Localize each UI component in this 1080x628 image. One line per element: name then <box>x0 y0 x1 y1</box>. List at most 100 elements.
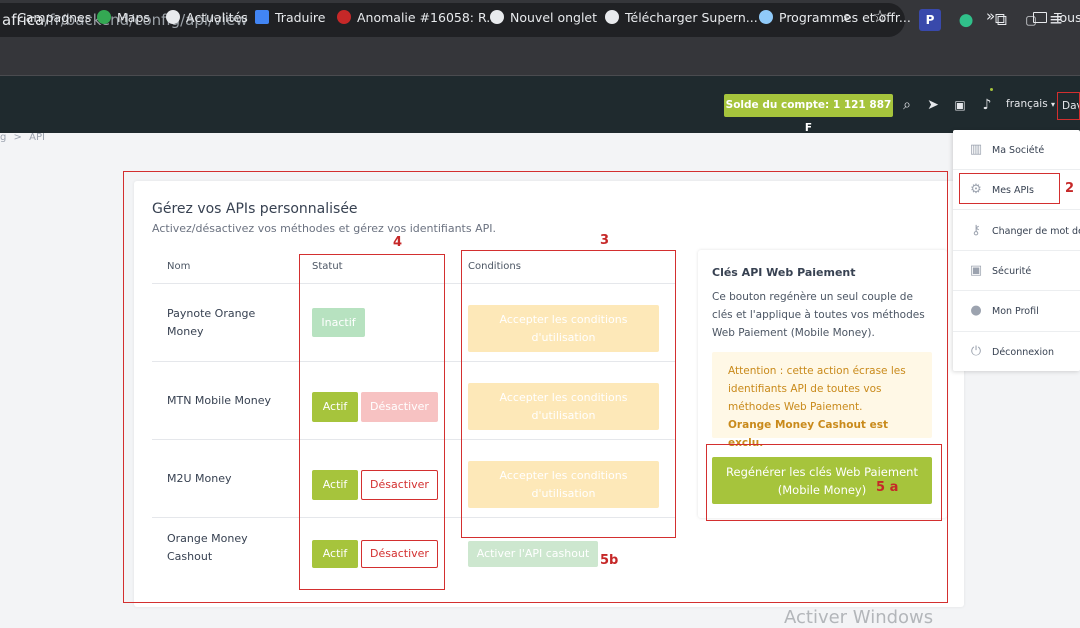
power-icon: ⏻ <box>970 344 982 359</box>
actif-button[interactable]: Actif <box>312 470 358 500</box>
panel-title: Clés API Web Paiement <box>712 266 856 279</box>
warning-bold-text: Orange Money Cashout est exclu. <box>728 419 888 449</box>
globe-icon <box>490 10 504 24</box>
menu-item-label: Changer de mot de passe <box>992 226 1080 237</box>
bookmark-label: Actualités <box>186 10 248 25</box>
accept-conditions-line: d'utilisation <box>531 409 596 422</box>
lock-icon: ▣ <box>969 263 983 278</box>
accept-conditions-button[interactable]: Accepter les conditions d'utilisation <box>468 461 659 508</box>
maps-pin-icon <box>97 10 111 24</box>
menu-item-ma-societe[interactable]: ▥ Ma Société <box>953 130 1080 170</box>
regenerate-label: (Mobile Money) <box>777 483 867 497</box>
panel-description: Ce bouton regénère un seul couple de clé… <box>712 291 925 339</box>
bookmark-label: Programmes et offr... <box>779 10 911 25</box>
language-selector[interactable]: français ▾ <box>1006 98 1055 110</box>
bookmarks-overflow[interactable]: » <box>986 7 995 25</box>
windows-activation-watermark: Activer Windows <box>784 607 934 628</box>
bookmark-campagnes[interactable]: Campagnes <box>0 9 91 27</box>
language-label: français <box>1006 98 1048 110</box>
deactivate-button[interactable]: Désactiver <box>361 470 438 500</box>
annotation-number: 5b <box>600 553 619 568</box>
user-menu-button[interactable]: David <box>1057 92 1080 120</box>
table-row-name: MTN Mobile Money <box>167 394 271 407</box>
activate-cashout-button[interactable]: Activer l'API cashout <box>468 541 598 567</box>
bookmark-traduire[interactable]: Traduire <box>255 9 325 27</box>
actif-button[interactable]: Actif <box>312 392 358 422</box>
bookmark-label: Télécharger Supern... <box>625 10 758 25</box>
extension-edge-icon[interactable]: ● <box>955 9 977 31</box>
notification-dot <box>990 88 993 91</box>
search-icon[interactable]: ⌕ <box>898 96 916 114</box>
column-header-statut: Statut <box>312 261 343 272</box>
regenerate-label: Regénérer les clés Web Paiement <box>726 465 918 479</box>
extension-p-icon[interactable]: P <box>919 9 941 31</box>
bookmark-programmes[interactable]: Programmes et offr... <box>759 9 911 27</box>
site-icon <box>759 10 773 24</box>
accept-conditions-button[interactable]: Accepter les conditions d'utilisation <box>468 383 659 430</box>
page-subtitle: Activez/désactivez vos méthodes et gérez… <box>152 222 496 235</box>
user-icon: ● <box>970 303 982 318</box>
breadcrumb-prev[interactable]: g <box>0 132 6 143</box>
bell-icon[interactable]: ♪ <box>978 96 996 114</box>
table-divider <box>152 439 675 440</box>
annotation-number: 3 <box>600 233 610 248</box>
bookmark-telecharger[interactable]: Télécharger Supern... <box>605 9 758 27</box>
accept-conditions-line: Accepter les conditions <box>499 469 628 482</box>
inactive-button[interactable]: Inactif <box>312 308 365 337</box>
menu-item-changer-mot-de-passe[interactable]: ⚷ Changer de mot de passe <box>953 211 1080 251</box>
redmine-icon <box>337 10 351 24</box>
table-divider <box>152 517 675 518</box>
column-header-conditions: Conditions <box>468 261 521 272</box>
deactivate-button[interactable]: Désactiver <box>361 540 438 568</box>
send-icon[interactable]: ➤ <box>924 96 942 114</box>
lock-icon[interactable]: ▣ <box>951 96 969 114</box>
folder-icon <box>1033 12 1047 23</box>
warning-box: Attention : cette action écrase les iden… <box>712 352 932 449</box>
menu-item-label: Mon Profil <box>992 306 1039 317</box>
globe-icon <box>605 10 619 24</box>
table-row-name: M2U Money <box>167 472 232 485</box>
table-divider <box>152 361 675 362</box>
deactivate-button[interactable]: Désactiver <box>361 392 438 422</box>
menu-item-mon-profil[interactable]: ● Mon Profil <box>953 291 1080 331</box>
bookmark-actualites[interactable]: Actualités <box>166 9 248 27</box>
menu-item-label: Mes APIs <box>992 185 1034 196</box>
bookmark-label: Tous <box>1054 10 1080 25</box>
menu-item-label: Ma Société <box>992 145 1045 156</box>
breadcrumb: g > API <box>0 132 45 143</box>
row-name-line: Cashout <box>167 550 213 563</box>
row-name-line: Orange Money <box>167 532 248 545</box>
gear-icon: ⚙ <box>970 182 982 197</box>
bookmarks-bar <box>0 40 1080 76</box>
menu-item-securite[interactable]: ▣ Sécurité <box>953 251 1080 291</box>
key-icon: ⚷ <box>971 223 981 238</box>
bookmark-label: Nouvel onglet <box>510 10 598 25</box>
bookmark-label: Traduire <box>275 10 326 25</box>
accept-conditions-button[interactable]: Accepter les conditions d'utilisation <box>468 305 659 352</box>
accept-conditions-line: d'utilisation <box>531 331 596 344</box>
balance-badge[interactable]: Solde du compte: 1 121 887 F <box>724 94 893 134</box>
app-header <box>0 76 1080 133</box>
bookmark-folder-tous[interactable]: Tous <box>1033 9 1080 27</box>
bookmark-anomalie[interactable]: Anomalie #16058: R... <box>337 9 498 27</box>
bookmark-maps[interactable]: Maps <box>97 9 150 27</box>
menu-item-deconnexion[interactable]: ⏻ Déconnexion <box>953 332 1080 372</box>
building-icon: ▥ <box>969 142 983 157</box>
annotation-number: 2 <box>1065 181 1075 196</box>
bookmark-label: Campagnes <box>17 10 92 25</box>
globe-icon <box>166 10 180 24</box>
annotation-number: 4 <box>393 235 403 250</box>
actif-button[interactable]: Actif <box>312 540 358 568</box>
bookmark-nouvel-onglet[interactable]: Nouvel onglet <box>490 9 597 27</box>
table-row-name: Orange Money Cashout <box>167 530 287 566</box>
menu-divider <box>953 209 1080 210</box>
regenerate-keys-button[interactable]: Regénérer les clés Web Paiement (Mobile M… <box>712 457 932 504</box>
chevron-down-icon: ▾ <box>1051 100 1056 109</box>
translate-icon <box>255 10 269 24</box>
accept-conditions-line: Accepter les conditions <box>499 313 628 326</box>
menu-item-label: Déconnexion <box>992 347 1055 358</box>
column-header-nom: Nom <box>167 261 191 272</box>
menu-item-mes-apis[interactable]: ⚙ Mes APIs <box>953 170 1080 210</box>
annotation-number: 5 a <box>876 480 899 495</box>
warning-text: Attention : cette action écrase les iden… <box>728 365 906 413</box>
